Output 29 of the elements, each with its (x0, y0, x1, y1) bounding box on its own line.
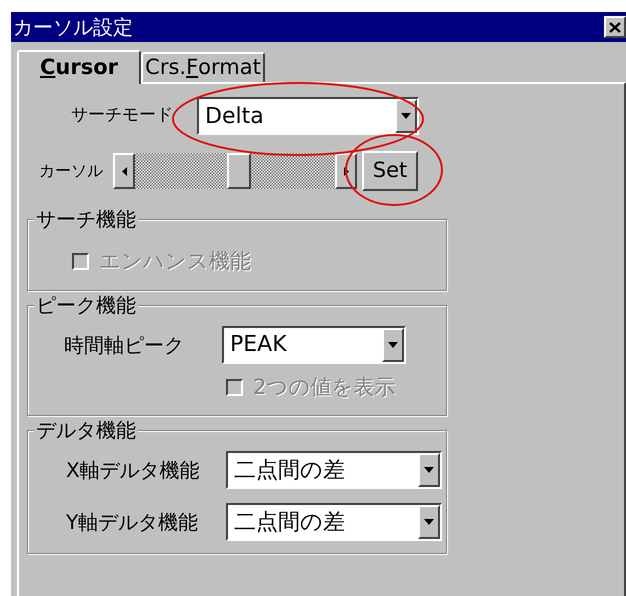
field-label: X軸デルタ機能 (65, 457, 201, 484)
dropdown[interactable]: 二点間の差 (226, 451, 442, 489)
caret-left-icon (122, 166, 126, 176)
caret-down-icon (388, 342, 398, 348)
dropdown-button[interactable] (418, 505, 440, 539)
checkbox-label: 2つの値を表示 (253, 374, 396, 400)
close-button[interactable] (604, 16, 626, 38)
slider-thumb[interactable] (226, 153, 251, 189)
close-icon (609, 22, 621, 32)
dropdown[interactable]: 二点間の差 (226, 503, 442, 541)
tab[interactable]: Crs.Format (141, 52, 265, 82)
tab[interactable]: Cursor (17, 50, 141, 84)
field-label: Y軸デルタ機能 (65, 509, 200, 536)
field-label: サーチモード (70, 104, 174, 128)
set-button[interactable]: Set (362, 151, 418, 191)
dropdown[interactable]: PEAK (222, 326, 406, 364)
scroll-left-button[interactable] (113, 153, 135, 189)
dropdown-button[interactable] (382, 328, 404, 362)
caret-down-icon (401, 113, 411, 119)
dropdown-button[interactable] (395, 99, 417, 133)
caret-right-icon (344, 166, 348, 176)
caret-down-icon (424, 519, 434, 525)
dropdown[interactable]: Delta (197, 97, 419, 135)
window-title: カーソル設定 (13, 14, 133, 41)
field-label: 時間軸ピーク (63, 332, 185, 358)
field-label: カーソル (38, 160, 104, 182)
caret-down-icon (424, 467, 434, 473)
checkbox-label: エンハンス機能 (99, 248, 251, 275)
dropdown-button[interactable] (418, 453, 440, 487)
